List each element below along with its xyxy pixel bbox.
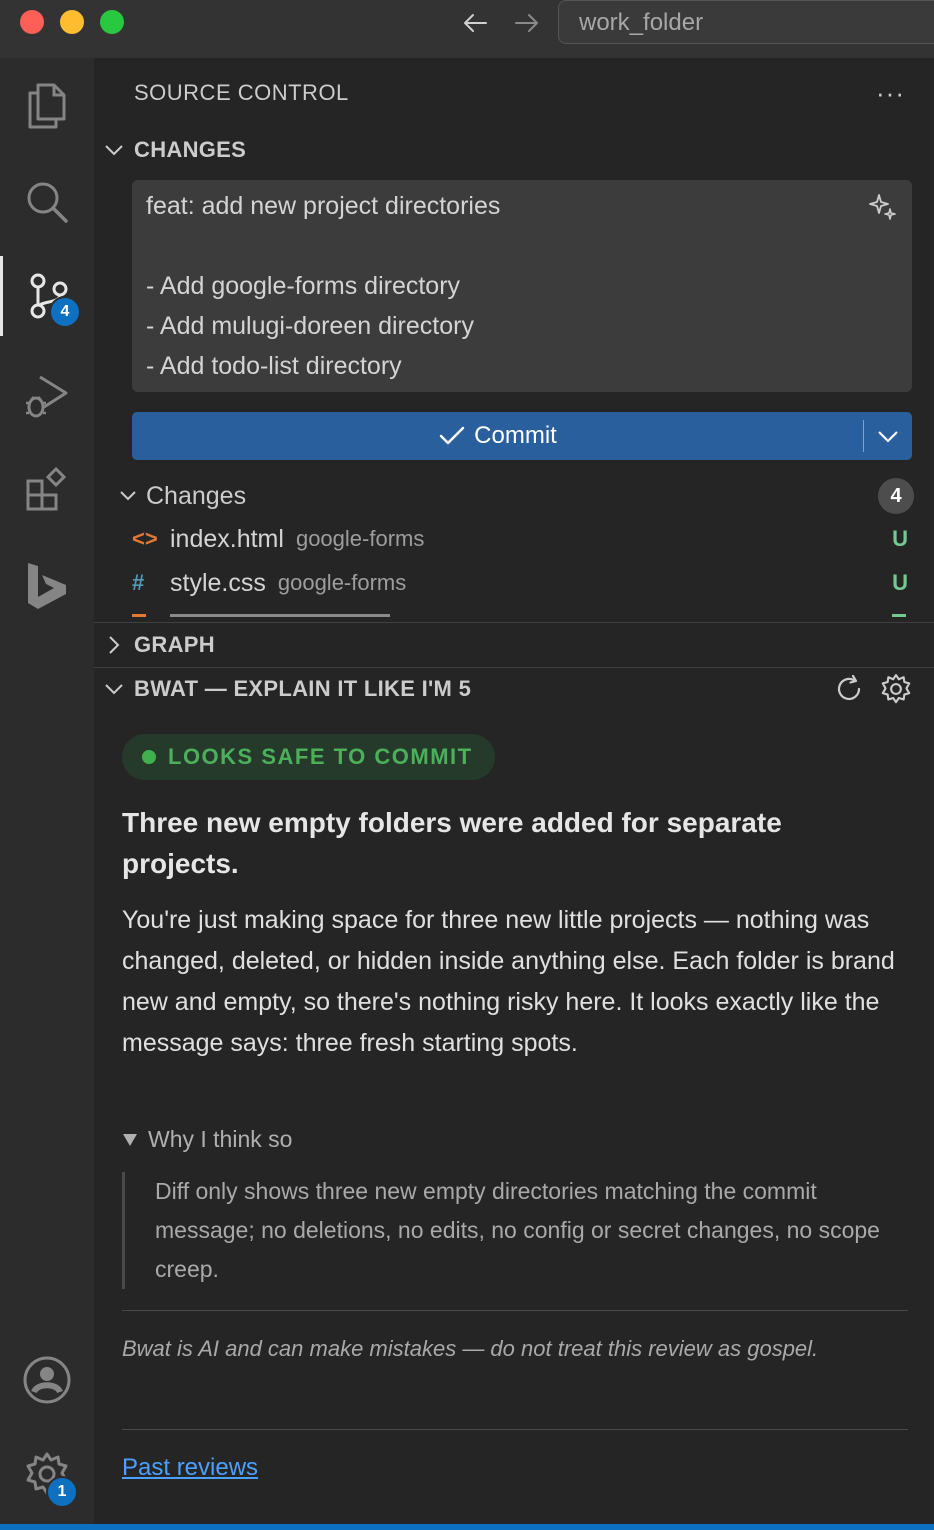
changes-count-badge: 4 [878, 478, 914, 514]
checkmark-icon [439, 426, 465, 445]
bwat-section-label: BWAT — EXPLAIN IT LIKE I'M 5 [134, 676, 472, 701]
chevron-down-icon [105, 684, 123, 695]
html-file-icon: <> [132, 526, 158, 551]
extensions-icon [26, 467, 67, 511]
file-row[interactable]: <> index.html google-forms U [132, 517, 912, 561]
commit-message-line: - Add todo-list directory [146, 352, 402, 380]
triangle-down-icon [123, 1133, 137, 1146]
verdict-badge: LOOKS SAFE TO COMMIT [122, 734, 495, 780]
file-directory: google-forms [277, 570, 407, 595]
commit-message-line: - Add google-forms directory [146, 272, 461, 300]
changes-group-header[interactable]: Changes 4 [116, 476, 916, 516]
search-text: work_folder [579, 9, 704, 36]
sparkle-icon[interactable] [868, 192, 898, 222]
bwat-section-header[interactable]: BWAT — EXPLAIN IT LIKE I'M 5 [94, 669, 934, 709]
minimize-window-button[interactable] [60, 10, 84, 34]
file-directory: google-forms [295, 526, 425, 551]
title-bar: work_folder [0, 0, 934, 59]
why-disclosure-toggle[interactable]: Why I think so [122, 1126, 292, 1153]
changes-section-header[interactable]: CHANGES [94, 130, 934, 170]
verdict-text: LOOKS SAFE TO COMMIT [168, 744, 473, 769]
chevron-right-icon [109, 636, 120, 654]
refresh-icon[interactable] [834, 674, 864, 704]
chevron-down-icon [120, 491, 136, 501]
gear-icon[interactable] [880, 673, 912, 705]
content-divider [122, 1429, 908, 1430]
extensions-button[interactable] [0, 450, 94, 530]
chevron-down-icon [105, 145, 123, 156]
commit-main-action[interactable]: Commit [132, 412, 863, 460]
section-divider [94, 667, 934, 668]
why-label: Why I think so [148, 1126, 293, 1152]
section-divider [94, 622, 934, 623]
file-name: style.css [170, 568, 266, 597]
close-window-button[interactable] [20, 10, 44, 34]
chevron-down-icon [878, 431, 898, 443]
run-debug-button[interactable] [0, 356, 94, 436]
source-control-sidebar: SOURCE CONTROL ··· CHANGES feat: add new… [94, 58, 934, 1524]
explorer-button[interactable] [0, 66, 94, 146]
manage-button[interactable]: 1 [0, 1434, 94, 1514]
account-icon [23, 1356, 71, 1404]
scm-count-badge: 4 [49, 296, 81, 328]
commit-message-line: feat: add new project directories [146, 192, 501, 220]
source-control-button[interactable]: 4 [0, 256, 94, 336]
command-center-search[interactable]: work_folder [558, 0, 934, 44]
graph-section-label: GRAPH [134, 632, 215, 657]
content-divider [122, 1310, 908, 1311]
activity-bar: 4 1 [0, 58, 94, 1530]
files-icon [28, 83, 66, 129]
search-icon [27, 182, 68, 223]
commit-button[interactable]: Commit [132, 412, 912, 460]
changes-group-label: Changes [146, 481, 247, 510]
commit-message-line: - Add mulugi-doreen directory [146, 312, 474, 340]
bwat-section-actions [834, 669, 912, 709]
commit-label: Commit [474, 422, 557, 449]
why-reasoning: Diff only shows three new empty director… [122, 1172, 908, 1289]
graph-section-header[interactable]: GRAPH [94, 625, 934, 665]
sidebar-title: SOURCE CONTROL [134, 80, 349, 105]
accounts-button[interactable] [0, 1340, 94, 1420]
status-bar [0, 1524, 934, 1530]
review-headline: Three new empty folders were added for s… [122, 807, 782, 879]
maximize-window-button[interactable] [100, 10, 124, 34]
search-button[interactable] [0, 162, 94, 242]
settings-update-badge: 1 [46, 1476, 78, 1508]
commit-message-line [146, 230, 898, 270]
changes-section-label: CHANGES [134, 137, 247, 162]
file-status-untracked: U [892, 526, 908, 551]
ai-disclaimer: Bwat is AI and can make mistakes — do no… [122, 1336, 819, 1361]
back-arrow-icon[interactable] [460, 8, 490, 38]
file-name: index.html [170, 524, 284, 553]
review-explanation: You're just making space for three new l… [122, 906, 895, 1057]
file-row[interactable]: # style.css google-forms U [132, 561, 912, 605]
past-reviews-link[interactable]: Past reviews [122, 1454, 258, 1482]
css-file-icon: # [132, 570, 145, 595]
commit-dropdown-button[interactable] [864, 412, 912, 460]
run-debug-icon [26, 375, 68, 418]
forward-arrow-icon[interactable] [512, 8, 542, 38]
more-actions-icon[interactable]: ··· [876, 78, 905, 109]
bwat-extension-button[interactable] [0, 546, 94, 626]
commit-message-input[interactable]: feat: add new project directories - Add … [132, 180, 912, 392]
file-row-clipped [132, 610, 912, 622]
file-status-untracked: U [892, 570, 908, 595]
status-dot-icon [142, 750, 156, 764]
bing-icon [28, 563, 66, 609]
